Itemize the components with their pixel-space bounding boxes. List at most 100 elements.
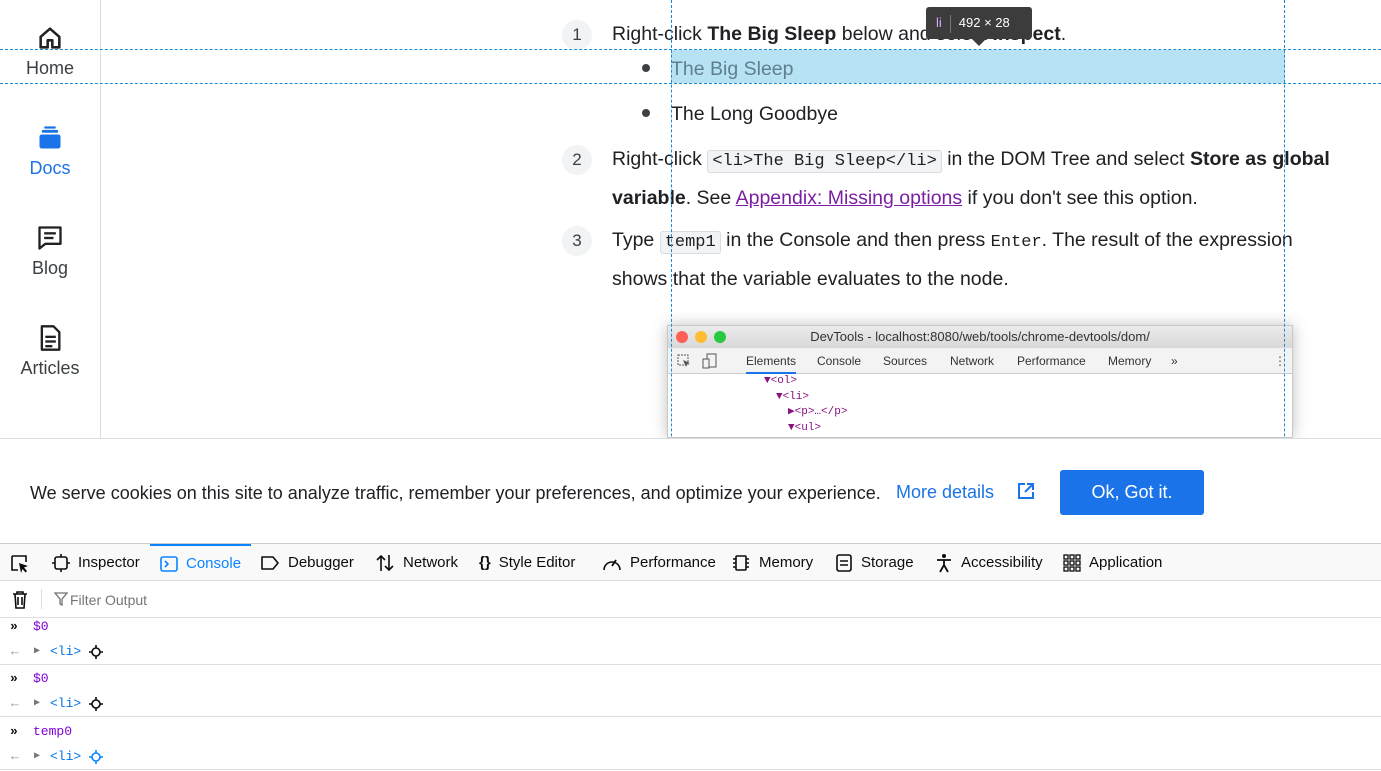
screenshot-title: DevTools - localhost:8080/web/tools/chro… xyxy=(810,329,1150,344)
tooltip-size: 492 × 28 xyxy=(958,15,1010,30)
result-arrow-icon: ← xyxy=(11,644,19,659)
expand-triangle-icon[interactable]: ▶ xyxy=(34,639,40,665)
nav-item-home[interactable]: Home xyxy=(0,24,100,79)
console-input-row: » $0 xyxy=(0,666,1381,692)
console-output-node[interactable]: <li> xyxy=(50,744,81,770)
nav-item-blog[interactable]: Blog xyxy=(0,224,100,279)
expand-triangle-icon[interactable]: ▶ xyxy=(34,691,40,717)
bullet-icon xyxy=(642,109,650,117)
tab-network[interactable]: Network xyxy=(375,544,458,581)
prompt-chevron-icon: » xyxy=(10,619,18,634)
devtools-screenshot-image: DevTools - localhost:8080/web/tools/chro… xyxy=(667,325,1293,438)
external-link-icon xyxy=(1018,483,1035,499)
tab-performance[interactable]: Performance xyxy=(602,544,716,581)
screenshot-titlebar: DevTools - localhost:8080/web/tools/chro… xyxy=(668,326,1292,348)
devtools-toolbar: Inspector Console Debugger Network {} St… xyxy=(0,544,1381,581)
dom-line: ▼<ol> xyxy=(764,375,798,387)
dom-line: ▶<p>…</p> xyxy=(788,406,848,418)
step-text: Right-click <li>The Big Sleep</li> in th… xyxy=(612,148,1330,209)
step-number: 3 xyxy=(562,226,592,256)
console-output-row: ← ▶ <li> xyxy=(0,639,1381,665)
inspector-icon xyxy=(52,553,70,572)
screenshot-tab: Performance xyxy=(1017,354,1086,368)
console-icon xyxy=(160,555,178,572)
list-item[interactable]: The Big Sleep xyxy=(671,51,794,87)
maximize-dot-icon xyxy=(714,331,726,343)
screenshot-tab: » xyxy=(1171,354,1178,368)
tab-storage[interactable]: Storage xyxy=(835,544,914,581)
expand-triangle-icon[interactable]: ▶ xyxy=(34,744,40,770)
console-output-row: ← ▶ <li> xyxy=(0,691,1381,717)
tooltip-tag: li xyxy=(936,15,942,30)
tab-style-editor[interactable]: {} Style Editor xyxy=(479,544,575,581)
screenshot-tab: Sources xyxy=(883,354,928,368)
storage-icon xyxy=(836,553,852,572)
guide-line-top xyxy=(0,49,1381,50)
step-number: 2 xyxy=(562,145,592,175)
console-filter-bar xyxy=(0,581,1381,618)
ok-got-it-button[interactable]: Ok, Got it. xyxy=(1060,470,1204,515)
console-input: $0 xyxy=(33,619,49,634)
screenshot-tab: Network xyxy=(950,354,995,368)
dom-line: ▼<li> xyxy=(776,390,810,403)
braces-icon: {} xyxy=(479,554,491,571)
screenshot-tab: Memory xyxy=(1108,354,1152,368)
accessibility-icon xyxy=(937,553,951,572)
nav-item-articles[interactable]: Articles xyxy=(0,324,100,379)
list-item[interactable]: The Long Goodbye xyxy=(671,96,838,132)
articles-icon xyxy=(40,325,61,351)
cookie-text: We serve cookies on this site to analyze… xyxy=(30,483,881,503)
nav-item-label: Articles xyxy=(20,358,80,378)
trash-icon[interactable] xyxy=(11,590,29,610)
console-output-node[interactable]: <li> xyxy=(50,691,81,717)
minimize-dot-icon xyxy=(695,331,707,343)
nav-item-docs[interactable]: Docs xyxy=(0,124,100,179)
console-output-node[interactable]: <li> xyxy=(50,639,81,665)
result-arrow-icon: ← xyxy=(11,696,19,711)
tab-debugger[interactable]: Debugger xyxy=(260,544,354,581)
side-nav: Home Docs Blog Articles xyxy=(0,0,101,438)
blog-icon xyxy=(38,226,62,250)
performance-icon xyxy=(603,559,621,570)
prompt-chevron-icon: » xyxy=(10,724,18,739)
result-arrow-icon: ← xyxy=(11,749,19,764)
application-grid-icon xyxy=(1063,553,1081,572)
more-details-link[interactable]: More details xyxy=(896,482,1035,503)
inspector-tooltip: li 492 × 28 xyxy=(926,7,1032,46)
devtools-panel: Inspector Console Debugger Network {} St… xyxy=(0,543,1381,771)
nav-item-label: Blog xyxy=(31,258,69,278)
step-number: 1 xyxy=(562,20,592,50)
debugger-icon xyxy=(261,555,279,570)
console-input: temp0 xyxy=(33,724,73,739)
console-input-row: » $0 xyxy=(0,614,1381,640)
pick-element-icon[interactable] xyxy=(10,554,30,574)
appendix-link[interactable]: Appendix: Missing options xyxy=(736,187,963,209)
cookie-banner: We serve cookies on this site to analyze… xyxy=(0,438,1381,543)
filter-output-input[interactable] xyxy=(70,589,670,611)
guide-line-bottom xyxy=(0,83,1381,84)
network-icon xyxy=(376,554,394,571)
screenshot-tab: Console xyxy=(817,354,862,368)
prompt-chevron-icon: » xyxy=(10,671,18,686)
bullet-icon xyxy=(642,64,650,72)
tab-accessibility[interactable]: Accessibility xyxy=(935,544,1043,581)
tab-application[interactable]: Application xyxy=(1063,544,1162,581)
screenshot-dom-tree: ▼<ol> ▼<li> ▶<p>…</p> ▼<ul> xyxy=(668,374,1292,436)
dom-line: ▼<ul> xyxy=(788,421,822,434)
console-input-row: » temp0 xyxy=(0,719,1381,745)
select-element-icon xyxy=(677,354,690,367)
console-output-row: ← ▶ <li> xyxy=(0,744,1381,770)
inspect-node-icon[interactable] xyxy=(89,697,103,711)
inspect-node-icon[interactable] xyxy=(89,750,103,764)
step-text: Type temp1 in the Console and then press… xyxy=(612,229,1293,290)
inspect-node-icon[interactable] xyxy=(89,645,103,659)
page-content: Home Docs Blog Articles 1 Right-click Th… xyxy=(0,0,1381,438)
tab-inspector[interactable]: Inspector xyxy=(52,544,140,581)
tab-console[interactable]: Console xyxy=(150,544,252,581)
screenshot-tabs: Elements Console Sources Network Perform… xyxy=(668,348,1292,374)
console-input: $0 xyxy=(33,671,49,686)
tab-memory[interactable]: Memory xyxy=(731,544,813,581)
screenshot-tab: Elements xyxy=(746,348,797,374)
close-dot-icon xyxy=(676,331,688,343)
home-icon xyxy=(39,27,61,49)
